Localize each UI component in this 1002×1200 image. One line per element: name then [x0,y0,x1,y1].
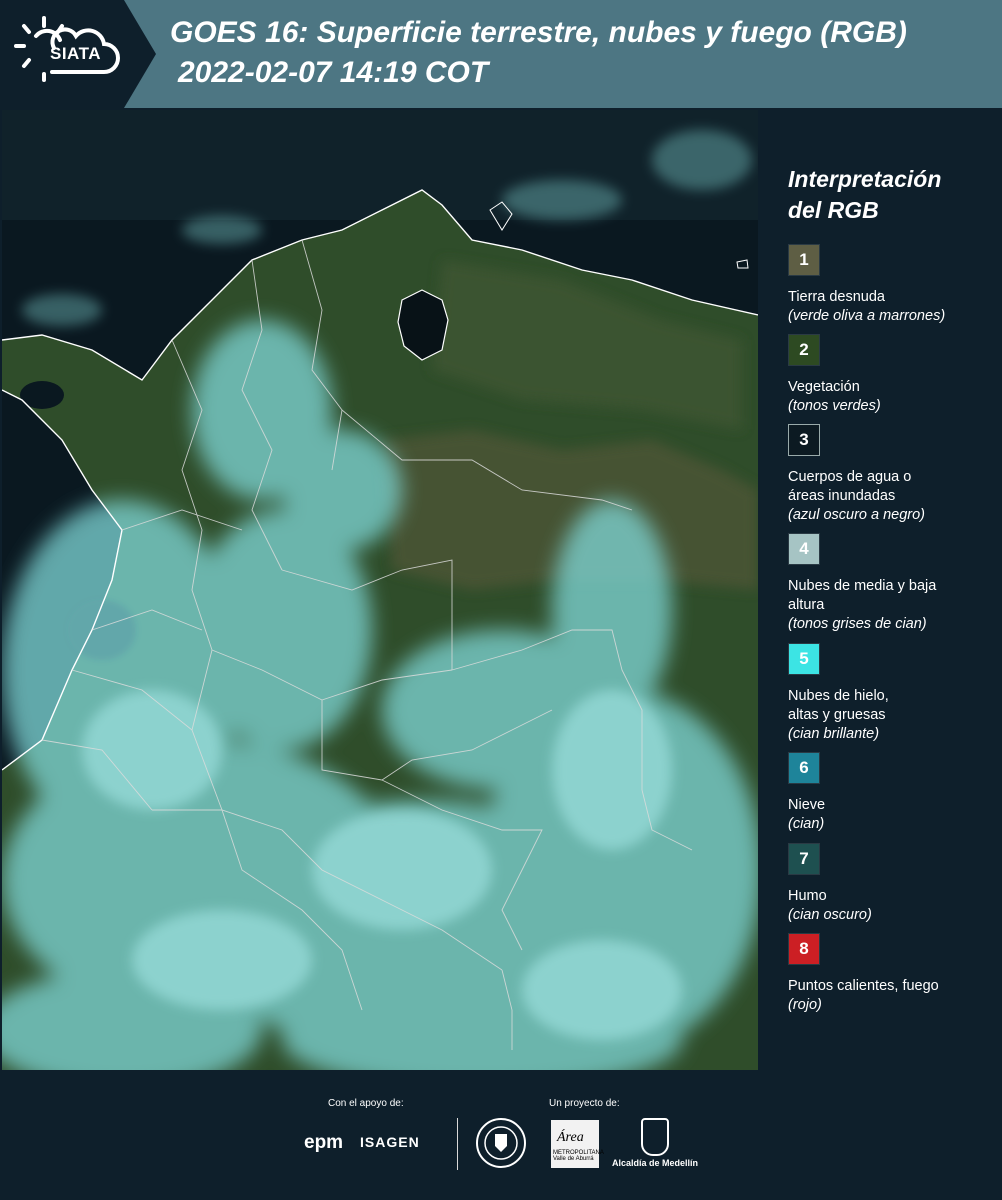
seal-emblem-icon [484,1126,518,1160]
legend-swatch-3: 3 [788,424,820,456]
legend-swatch-5: 5 [788,643,820,675]
medellin-shield-icon [641,1118,669,1156]
legend-item-name: Humo [788,888,827,904]
siata-logo-text: SIATA [50,44,101,63]
legend-item-sub: (rojo) [788,997,822,1013]
legend-item-sub: (cian oscuro) [788,907,872,923]
legend-swatch-8: 8 [788,933,820,965]
page-timestamp: 2022-02-07 14:19 COT [178,56,489,89]
project-label: Un proyecto de: [549,1098,620,1109]
legend-item-sub: (tonos verdes) [788,398,881,414]
legend-item-sub: (azul oscuro a negro) [788,507,926,523]
isagen-logo: ISAGEN [360,1134,420,1150]
legend-item-name: Vegetación [788,379,860,395]
legend-swatch-4: 4 [788,533,820,565]
legend-item-snow: 6 Nieve (cian) [788,752,998,834]
satellite-rgb-map[interactable] [2,110,758,1070]
legend-item-water: 3 Cuerpos de agua o áreas inundadas (azu… [788,424,998,525]
siata-logo: SIATA [0,0,156,108]
page-title: GOES 16: Superficie terrestre, nubes y f… [170,16,907,49]
legend-item-fire: 8 Puntos calientes, fuego (rojo) [788,933,998,1015]
area-metropolitana-logo: Área METROPOLITANA Valle de Aburrá [551,1120,604,1168]
legend-item-sub: (tonos grises de cian) [788,616,927,632]
legend-swatch-6: 6 [788,752,820,784]
area-metro-word: Área [557,1130,584,1145]
legend-swatch-2: 2 [788,334,820,366]
legend-swatch-1: 1 [788,244,820,276]
legend-item-name: Puntos calientes, fuego [788,978,939,994]
map-image [2,110,758,1070]
legend-title-line2: del RGB [788,197,879,223]
epm-logo: epm [304,1132,344,1153]
legend-item-vegetation: 2 Vegetación (tonos verdes) [788,334,998,416]
legend-item-name: Tierra desnuda [788,289,885,305]
legend-item-name: Cuerpos de agua o áreas inundadas [788,469,912,504]
legend-title-line1: Interpretación [788,166,942,192]
footer: Con el apoyo de: Un proyecto de: epm ISA… [0,1070,1002,1200]
university-seal-icon [476,1118,526,1168]
legend-item-name: Nubes de media y baja altura [788,578,937,613]
legend-item-name: Nubes de hielo, altas y gruesas [788,688,889,723]
legend-item-mid-low-clouds: 4 Nubes de media y baja altura (tonos gr… [788,533,998,634]
medellin-label: Alcaldía de Medellín [612,1158,699,1168]
legend-item-name: Nieve [788,797,826,813]
legend-title: Interpretación del RGB [788,164,941,226]
legend-item-sub: (verde oliva a marrones) [788,308,946,324]
support-label: Con el apoyo de: [328,1098,404,1109]
header-bar: SIATA GOES 16: Superficie terrestre, nub… [0,0,1002,108]
footer-divider [457,1118,458,1170]
legend-item-sub: (cian) [788,816,825,832]
legend-item-ice-clouds: 5 Nubes de hielo, altas y gruesas (cian … [788,643,998,744]
legend-item-sub: (cian brillante) [788,726,880,742]
rgb-legend: Interpretación del RGB 1 Tierra desnuda … [770,110,1002,1070]
area-metro-sub: METROPOLITANA Valle de Aburrá [553,1150,604,1162]
legend-item-bare-soil: 1 Tierra desnuda (verde oliva a marrones… [788,244,998,326]
legend-swatch-7: 7 [788,843,820,875]
legend-item-smoke: 7 Humo (cian oscuro) [788,843,998,925]
